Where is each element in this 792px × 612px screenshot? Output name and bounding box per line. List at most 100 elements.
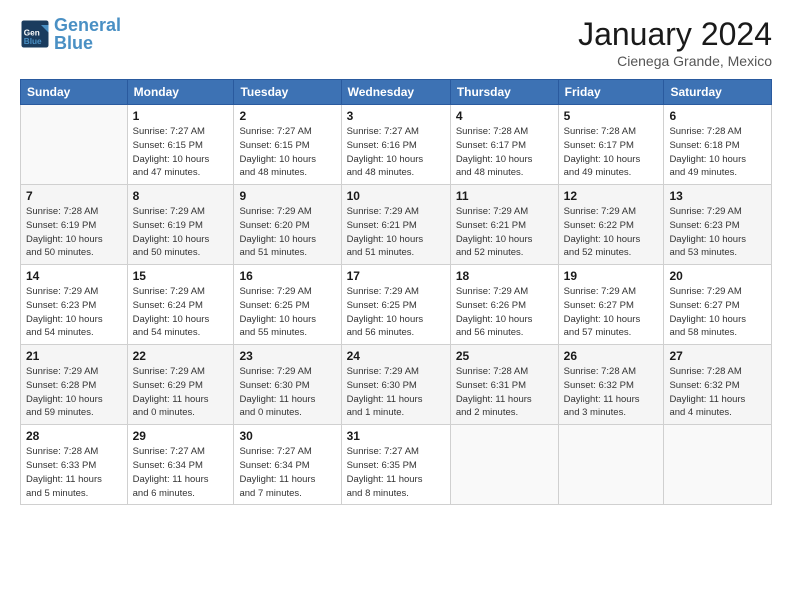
day-number: 27	[669, 349, 766, 363]
day-info: Sunrise: 7:29 AMSunset: 6:26 PMDaylight:…	[456, 285, 553, 340]
table-row: 15 Sunrise: 7:29 AMSunset: 6:24 PMDayligh…	[127, 265, 234, 345]
col-sunday: Sunday	[21, 80, 128, 105]
table-row: 11 Sunrise: 7:29 AMSunset: 6:21 PMDayligh…	[450, 185, 558, 265]
day-info: Sunrise: 7:27 AMSunset: 6:15 PMDaylight:…	[239, 125, 335, 180]
day-info: Sunrise: 7:29 AMSunset: 6:28 PMDaylight:…	[26, 365, 122, 420]
day-number: 28	[26, 429, 122, 443]
day-info: Sunrise: 7:29 AMSunset: 6:30 PMDaylight:…	[239, 365, 335, 420]
title-block: January 2024 Cienega Grande, Mexico	[578, 16, 772, 69]
col-monday: Monday	[127, 80, 234, 105]
day-info: Sunrise: 7:28 AMSunset: 6:18 PMDaylight:…	[669, 125, 766, 180]
day-number: 13	[669, 189, 766, 203]
day-info: Sunrise: 7:27 AMSunset: 6:35 PMDaylight:…	[347, 445, 445, 500]
table-row	[21, 105, 128, 185]
day-info: Sunrise: 7:29 AMSunset: 6:29 PMDaylight:…	[133, 365, 229, 420]
day-info: Sunrise: 7:29 AMSunset: 6:27 PMDaylight:…	[564, 285, 659, 340]
day-number: 19	[564, 269, 659, 283]
day-number: 2	[239, 109, 335, 123]
day-info: Sunrise: 7:28 AMSunset: 6:32 PMDaylight:…	[564, 365, 659, 420]
table-row: 1 Sunrise: 7:27 AMSunset: 6:15 PMDaylight…	[127, 105, 234, 185]
table-row: 22 Sunrise: 7:29 AMSunset: 6:29 PMDayligh…	[127, 345, 234, 425]
day-number: 16	[239, 269, 335, 283]
table-row: 4 Sunrise: 7:28 AMSunset: 6:17 PMDaylight…	[450, 105, 558, 185]
table-row: 31 Sunrise: 7:27 AMSunset: 6:35 PMDayligh…	[341, 425, 450, 505]
day-info: Sunrise: 7:29 AMSunset: 6:21 PMDaylight:…	[347, 205, 445, 260]
location: Cienega Grande, Mexico	[578, 53, 772, 69]
day-number: 10	[347, 189, 445, 203]
day-number: 14	[26, 269, 122, 283]
day-number: 5	[564, 109, 659, 123]
day-number: 24	[347, 349, 445, 363]
day-number: 8	[133, 189, 229, 203]
day-number: 25	[456, 349, 553, 363]
day-info: Sunrise: 7:29 AMSunset: 6:20 PMDaylight:…	[239, 205, 335, 260]
day-info: Sunrise: 7:29 AMSunset: 6:25 PMDaylight:…	[239, 285, 335, 340]
calendar-table: Sunday Monday Tuesday Wednesday Thursday…	[20, 79, 772, 505]
day-number: 29	[133, 429, 229, 443]
day-info: Sunrise: 7:28 AMSunset: 6:17 PMDaylight:…	[564, 125, 659, 180]
table-row: 16 Sunrise: 7:29 AMSunset: 6:25 PMDayligh…	[234, 265, 341, 345]
day-number: 7	[26, 189, 122, 203]
day-info: Sunrise: 7:27 AMSunset: 6:34 PMDaylight:…	[133, 445, 229, 500]
day-info: Sunrise: 7:28 AMSunset: 6:33 PMDaylight:…	[26, 445, 122, 500]
table-row: 17Sunrise: 7:29 AMSunset: 6:25 PMDayligh…	[341, 265, 450, 345]
table-row: 13Sunrise: 7:29 AMSunset: 6:23 PMDayligh…	[664, 185, 772, 265]
table-row: 10 Sunrise: 7:29 AMSunset: 6:21 PMDayligh…	[341, 185, 450, 265]
table-row: 6 Sunrise: 7:28 AMSunset: 6:18 PMDaylight…	[664, 105, 772, 185]
day-number: 11	[456, 189, 553, 203]
day-info: Sunrise: 7:29 AMSunset: 6:30 PMDaylight:…	[347, 365, 445, 420]
table-row: 27 Sunrise: 7:28 AMSunset: 6:32 PMDayligh…	[664, 345, 772, 425]
day-info: Sunrise: 7:29 AMSunset: 6:25 PMDaylight:…	[347, 285, 445, 340]
day-info: Sunrise: 7:29 AMSunset: 6:22 PMDaylight:…	[564, 205, 659, 260]
col-friday: Friday	[558, 80, 664, 105]
header: Gen Blue General Blue January 2024 Ciene…	[20, 16, 772, 69]
table-row: 24 Sunrise: 7:29 AMSunset: 6:30 PMDayligh…	[341, 345, 450, 425]
day-info: Sunrise: 7:27 AMSunset: 6:34 PMDaylight:…	[239, 445, 335, 500]
day-number: 22	[133, 349, 229, 363]
table-row	[664, 425, 772, 505]
calendar-week-row: 1 Sunrise: 7:27 AMSunset: 6:15 PMDaylight…	[21, 105, 772, 185]
table-row: 2 Sunrise: 7:27 AMSunset: 6:15 PMDaylight…	[234, 105, 341, 185]
day-number: 18	[456, 269, 553, 283]
col-thursday: Thursday	[450, 80, 558, 105]
col-tuesday: Tuesday	[234, 80, 341, 105]
day-info: Sunrise: 7:27 AMSunset: 6:16 PMDaylight:…	[347, 125, 445, 180]
table-row: 19 Sunrise: 7:29 AMSunset: 6:27 PMDayligh…	[558, 265, 664, 345]
calendar-week-row: 14 Sunrise: 7:29 AMSunset: 6:23 PMDayligh…	[21, 265, 772, 345]
logo: Gen Blue General Blue	[20, 16, 121, 52]
day-number: 9	[239, 189, 335, 203]
day-number: 15	[133, 269, 229, 283]
calendar-week-row: 21Sunrise: 7:29 AMSunset: 6:28 PMDayligh…	[21, 345, 772, 425]
day-info: Sunrise: 7:29 AMSunset: 6:27 PMDaylight:…	[669, 285, 766, 340]
day-info: Sunrise: 7:28 AMSunset: 6:32 PMDaylight:…	[669, 365, 766, 420]
month-title: January 2024	[578, 16, 772, 53]
table-row: 29 Sunrise: 7:27 AMSunset: 6:34 PMDayligh…	[127, 425, 234, 505]
day-number: 6	[669, 109, 766, 123]
table-row: 23 Sunrise: 7:29 AMSunset: 6:30 PMDayligh…	[234, 345, 341, 425]
day-info: Sunrise: 7:27 AMSunset: 6:15 PMDaylight:…	[133, 125, 229, 180]
table-row: 25Sunrise: 7:28 AMSunset: 6:31 PMDayligh…	[450, 345, 558, 425]
logo-text: General Blue	[54, 16, 121, 52]
table-row	[450, 425, 558, 505]
table-row: 20Sunrise: 7:29 AMSunset: 6:27 PMDayligh…	[664, 265, 772, 345]
svg-text:Blue: Blue	[24, 37, 42, 46]
table-row: 12 Sunrise: 7:29 AMSunset: 6:22 PMDayligh…	[558, 185, 664, 265]
day-info: Sunrise: 7:28 AMSunset: 6:19 PMDaylight:…	[26, 205, 122, 260]
day-info: Sunrise: 7:29 AMSunset: 6:24 PMDaylight:…	[133, 285, 229, 340]
logo-icon: Gen Blue	[20, 19, 50, 49]
day-info: Sunrise: 7:29 AMSunset: 6:21 PMDaylight:…	[456, 205, 553, 260]
table-row: 8 Sunrise: 7:29 AMSunset: 6:19 PMDaylight…	[127, 185, 234, 265]
calendar-week-row: 7 Sunrise: 7:28 AMSunset: 6:19 PMDaylight…	[21, 185, 772, 265]
table-row: 18 Sunrise: 7:29 AMSunset: 6:26 PMDayligh…	[450, 265, 558, 345]
day-number: 4	[456, 109, 553, 123]
day-number: 3	[347, 109, 445, 123]
day-number: 1	[133, 109, 229, 123]
day-info: Sunrise: 7:29 AMSunset: 6:19 PMDaylight:…	[133, 205, 229, 260]
day-info: Sunrise: 7:29 AMSunset: 6:23 PMDaylight:…	[26, 285, 122, 340]
day-number: 12	[564, 189, 659, 203]
table-row	[558, 425, 664, 505]
day-number: 31	[347, 429, 445, 443]
table-row: 3 Sunrise: 7:27 AMSunset: 6:16 PMDaylight…	[341, 105, 450, 185]
day-number: 23	[239, 349, 335, 363]
day-info: Sunrise: 7:28 AMSunset: 6:17 PMDaylight:…	[456, 125, 553, 180]
